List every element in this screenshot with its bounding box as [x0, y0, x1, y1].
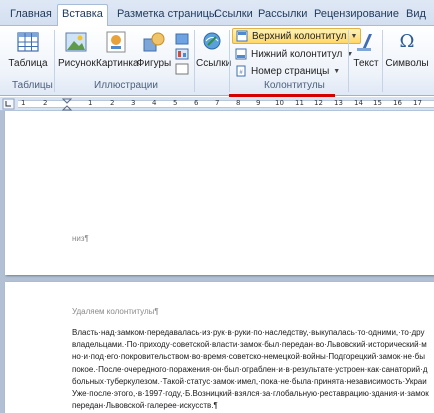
tab-page-layout[interactable]: Разметка страницы	[113, 5, 221, 26]
table-button[interactable]: Таблица	[8, 30, 48, 78]
ruler-number: 1	[88, 99, 93, 107]
indent-marker-icon[interactable]	[62, 98, 72, 111]
table-icon	[17, 32, 39, 52]
clipart-button[interactable]: Картинка	[96, 30, 139, 78]
page-header-text[interactable]: Удаляем колонтитулы¶	[72, 307, 159, 316]
ruler-number: 2	[43, 99, 48, 107]
ruler-number: 16	[393, 99, 402, 107]
footer-button[interactable]: Нижний колонтитул ▼	[232, 46, 356, 62]
page-number-icon: #	[236, 65, 246, 77]
ruler-number: 13	[334, 99, 343, 107]
page-number-button[interactable]: # Номер страницы ▼	[232, 63, 343, 79]
ruler-number: 9	[256, 99, 261, 107]
clipart-button-label: Картинка	[96, 58, 139, 69]
text-line: владельцами.·По·приходу·советской·власти…	[72, 340, 427, 350]
tab-references[interactable]: Ссылки	[210, 5, 257, 26]
picture-icon	[65, 32, 87, 52]
ruler-tab-selector-icon[interactable]	[2, 98, 16, 110]
page-footer-text[interactable]: низ¶	[72, 234, 89, 243]
ruler-number: 3	[131, 99, 136, 107]
text-button-label: Текст	[353, 58, 379, 69]
body-paragraph[interactable]: Власть·над·замком·передавалась·из·рук·в·…	[72, 327, 434, 412]
text-line: Уже·после·этого,·в·1997·году,·Б.Возницки…	[72, 389, 429, 399]
tab-home[interactable]: Главная	[6, 5, 56, 26]
ruler-number: 11	[295, 99, 304, 107]
ruler-number: 17	[413, 99, 422, 107]
tab-mailings[interactable]: Рассылки	[254, 5, 311, 26]
ruler-number: 2	[110, 99, 115, 107]
shapes-button[interactable]: Фигуры	[136, 30, 172, 78]
page-number-button-label: Номер страницы	[251, 65, 330, 77]
text-line: передан·Львовской·галерее·искусств.¶	[72, 401, 218, 411]
picture-button-label: Рисунок	[58, 58, 96, 69]
dropdown-arrow-icon: ▼	[333, 67, 341, 75]
tab-review[interactable]: Рецензирование	[310, 5, 403, 26]
symbols-button[interactable]: Ω Символы	[384, 30, 430, 78]
ruler-number: 5	[173, 99, 178, 107]
document-area[interactable]: низ¶ Удаляем колонтитулы¶ Власть·над·зам…	[0, 111, 434, 413]
links-button[interactable]: Ссылки	[196, 30, 232, 78]
links-button-label: Ссылки	[196, 58, 232, 69]
ruler-number: 15	[373, 99, 382, 107]
ruler-number: 8	[236, 99, 241, 107]
header-button[interactable]: Верхний колонтитул ▼	[232, 28, 362, 44]
text-line: но·и·под·его·покровительством·во·время·с…	[72, 352, 425, 362]
ruler-number: 4	[152, 99, 157, 107]
shapes-icon	[143, 32, 165, 52]
ruler-number: 12	[314, 99, 323, 107]
illustrations-group-label: Иллюстрации	[94, 80, 158, 91]
links-icon	[203, 32, 221, 50]
tables-group-label: Таблицы	[12, 80, 53, 91]
picture-button[interactable]: Рисунок	[58, 30, 96, 78]
ruler-track	[18, 100, 434, 108]
table-button-label: Таблица	[8, 58, 48, 69]
symbols-button-label: Символы	[385, 58, 429, 69]
text-line: Власть·над·замком·передавалась·из·рук·в·…	[72, 328, 425, 337]
group-separator	[382, 30, 383, 92]
document-page[interactable]: низ¶	[5, 111, 434, 275]
omega-icon: Ω	[399, 31, 415, 52]
text-box-icon	[357, 34, 372, 51]
tab-view[interactable]: Вид	[402, 5, 430, 26]
group-separator	[194, 30, 195, 92]
document-page[interactable]: Удаляем колонтитулы¶ Власть·над·замком·п…	[5, 282, 434, 413]
clipart-icon	[106, 31, 126, 53]
tab-insert[interactable]: Вставка	[57, 4, 108, 27]
ruler-number: 1	[21, 99, 26, 107]
text-line: больных·туберкулезом.·Такой·статус·замок…	[72, 376, 427, 386]
group-separator	[54, 30, 55, 92]
footer-icon	[235, 48, 247, 60]
ribbon-tab-bar: Главная Вставка Разметка страницы Ссылки…	[0, 0, 434, 27]
header-footer-group-label: Колонтитулы	[264, 80, 325, 91]
ruler-number: 14	[354, 99, 363, 107]
illustrations-small-icons	[175, 33, 189, 75]
header-button-label: Верхний колонтитул	[252, 30, 347, 42]
shapes-button-label: Фигуры	[136, 58, 172, 69]
header-icon	[236, 30, 248, 42]
text-line: покое.·После·очередного·поражения·он·был…	[72, 364, 428, 374]
text-button[interactable]: Текст	[351, 30, 381, 78]
ribbon-insert: Таблица Таблицы Рисунок Картинка Фигуры	[0, 26, 434, 96]
group-separator	[348, 30, 349, 92]
horizontal-ruler[interactable]: 1 2 1 2 3 4 5 6 7 8 9 10 11 12 13 14 15 …	[0, 97, 434, 111]
ruler-number: 7	[215, 99, 220, 107]
ruler-number: 10	[275, 99, 284, 107]
footer-button-label: Нижний колонтитул	[251, 48, 343, 60]
group-separator	[229, 30, 230, 92]
ruler-number: 6	[194, 99, 199, 107]
